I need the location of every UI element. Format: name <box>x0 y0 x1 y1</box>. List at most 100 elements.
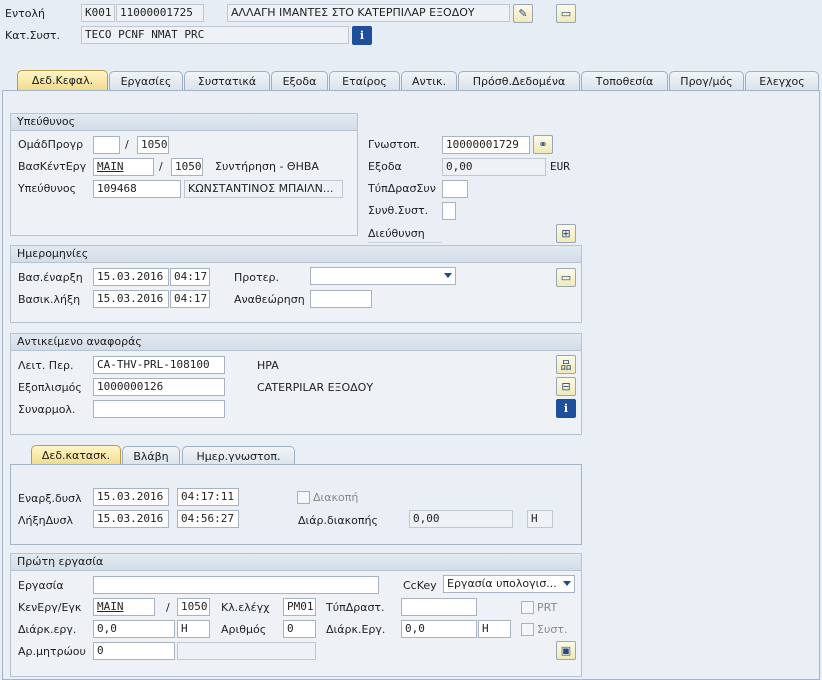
assembly-label: Συναρμολ. <box>18 403 76 416</box>
activity-type-field[interactable] <box>442 180 468 198</box>
control-key-field[interactable]: PM01 <box>283 598 316 616</box>
tab-planning[interactable]: Προγ/μός <box>669 71 744 91</box>
breakdown-checkbox[interactable] <box>297 491 310 504</box>
slash-separator: / <box>125 138 129 151</box>
slash-separator: / <box>166 601 170 614</box>
functional-location-label: Λειτ. Περ. <box>18 359 74 372</box>
status-label: Κατ.Συστ. <box>5 29 60 42</box>
print-preview-icon[interactable]: ▣ <box>556 641 576 660</box>
basic-end-date-field[interactable]: 15.03.2016 <box>93 290 169 308</box>
notification-label: Γνωστοπ. <box>368 138 420 151</box>
order-number-field[interactable]: 11000001725 <box>116 4 204 22</box>
personnel-number-field[interactable]: 0 <box>93 642 175 660</box>
equipment-label: Εξοπλισμός <box>18 381 82 394</box>
tab-control[interactable]: Ελεγχος <box>745 71 819 91</box>
activity-type-label: ΤύπΔρασΣυν <box>368 182 436 195</box>
tab-costs[interactable]: Εξοδα <box>271 71 328 91</box>
malfunction-end-date-field[interactable]: 15.03.2016 <box>93 510 169 528</box>
tab-objects[interactable]: Αντικ. <box>401 71 457 91</box>
prt-checkbox[interactable] <box>521 601 534 614</box>
operation-field[interactable] <box>93 576 379 594</box>
slash-separator: / <box>159 160 163 173</box>
cckey-value: Εργασία υπολογισ... <box>447 577 557 590</box>
costs-label: Εξοδα <box>368 160 402 173</box>
display-object-icon[interactable]: ▭ <box>556 268 576 287</box>
tab-partner[interactable]: Εταίρος <box>329 71 400 91</box>
op-work-center-label: ΚενΕργ/Εγκ <box>18 601 82 614</box>
equipment-field[interactable]: 1000000126 <box>93 378 225 396</box>
equipment-description: CATERPILAR ΕΞΟΔΟΥ <box>257 381 374 394</box>
long-text-icon[interactable]: ✎ <box>513 4 533 23</box>
tab-additional-data[interactable]: Πρόσθ.Δεδομένα <box>458 71 580 91</box>
work-field[interactable]: 0,0 <box>93 620 175 638</box>
reference-group-title: Αντικείμενο αναφοράς <box>11 334 581 351</box>
priority-dropdown[interactable] <box>310 267 456 285</box>
cckey-dropdown[interactable]: Εργασία υπολογισ... <box>443 575 575 593</box>
work-center-description: Συντήρηση - ΘΗΒΑ <box>215 160 319 173</box>
subtab-malfunction-data[interactable]: Δεδ.κατασκ. <box>31 445 121 466</box>
breakdown-duration-field: 0,00 <box>409 510 513 528</box>
notification-field[interactable]: 10000001729 <box>442 136 530 154</box>
status-info-icon[interactable]: i <box>352 26 372 45</box>
duration-field[interactable]: 0,0 <box>401 620 477 638</box>
order-label: Εντολή <box>5 7 45 20</box>
planning-plant-field[interactable]: 1050 <box>137 136 169 154</box>
basic-end-time-field[interactable]: 04:17 <box>170 290 210 308</box>
system-condition-field[interactable] <box>442 202 456 220</box>
op-plant-field[interactable]: 1050 <box>177 598 210 616</box>
work-unit-field[interactable]: H <box>177 620 210 638</box>
costs-field: 0,00 <box>442 158 546 176</box>
hierarchy-icon[interactable]: 品 <box>556 355 576 374</box>
malfunction-start-date-field[interactable]: 15.03.2016 <box>93 488 169 506</box>
tab-operations[interactable]: Εργασίες <box>109 71 183 91</box>
system-condition-label: Συνθ.Συστ. <box>368 204 429 217</box>
basic-start-time-field[interactable]: 04:17 <box>170 268 210 286</box>
malfunction-end-time-field[interactable]: 04:56:27 <box>177 510 239 528</box>
display-object-icon[interactable]: ▭ <box>556 4 576 23</box>
address-edit-icon[interactable]: ⊞ <box>556 224 576 243</box>
revision-field[interactable] <box>310 290 372 308</box>
order-description-field[interactable]: ΑΛΛΑΓΗ ΙΜΑΝΤΕΣ ΣΤΟ ΚΑΤΕΡΠΙΛΑΡ ΕΞΟΔΟΥ <box>227 4 510 22</box>
personnel-number-label: Αρ.μητρώου <box>18 645 86 658</box>
breakdown-duration-label: Διάρ.διακοπής <box>298 514 378 527</box>
glasses-display-icon[interactable]: ⚭ <box>533 135 553 154</box>
duration-unit-field[interactable]: H <box>478 620 511 638</box>
person-responsible-field[interactable]: 109468 <box>93 180 181 198</box>
planner-group-field[interactable] <box>93 136 120 154</box>
work-center-label: ΒασΚέντΕργ <box>18 160 87 173</box>
functional-location-field[interactable]: CA-THV-PRL-108100 <box>93 356 225 374</box>
tab-components[interactable]: Συστατικά <box>184 71 270 91</box>
tab-header-data[interactable]: Δεδ.Κεφαλ. <box>17 70 108 91</box>
address-label: Διεύθυνση <box>368 226 442 243</box>
work-center-field[interactable]: MAIN <box>93 158 154 176</box>
work-center-plant-field[interactable]: 1050 <box>171 158 203 176</box>
basic-end-label: Βασικ.λήξη <box>18 293 81 306</box>
functional-location-description: HPA <box>257 359 279 372</box>
info-icon[interactable]: i <box>556 399 576 418</box>
basic-start-label: Βασ.έναρξη <box>18 271 83 284</box>
currency-label: EUR <box>550 160 570 173</box>
prt-label: PRT <box>537 601 558 614</box>
order-type-field[interactable]: K001 <box>81 4 115 22</box>
op-work-center-field[interactable]: MAIN <box>93 598 155 616</box>
revision-label: Αναθεώρηση <box>234 293 305 306</box>
number-field[interactable]: 0 <box>283 620 316 638</box>
person-responsible-label: Υπεύθυνος <box>18 182 77 195</box>
op-activity-type-label: ΤύπΔραστ. <box>326 601 385 614</box>
subtab-damage[interactable]: Βλάβη <box>122 446 180 466</box>
control-key-label: Κλ.ελέγχ <box>221 601 270 614</box>
structure-icon[interactable]: ⊟ <box>556 377 576 396</box>
person-name-field: ΚΩΝΣΤΑΝΤΙΝΟΣ ΜΠΑΙΛΝ... <box>184 180 343 198</box>
first-operation-title: Πρώτη εργασία <box>11 554 581 571</box>
op-activity-type-field[interactable] <box>401 598 477 616</box>
tab-location[interactable]: Τοποθεσία <box>581 71 668 91</box>
basic-start-date-field[interactable]: 15.03.2016 <box>93 268 169 286</box>
system-status-field[interactable]: TECO PCNF NMAT PRC <box>81 26 349 44</box>
operation-label: Εργασία <box>18 579 64 592</box>
malfunction-start-time-field[interactable]: 04:17:11 <box>177 488 239 506</box>
work-label: Διάρκ.εργ. <box>18 623 77 636</box>
assembly-field[interactable] <box>93 400 225 418</box>
personnel-name-field <box>177 642 316 660</box>
system-checkbox[interactable] <box>521 623 534 636</box>
subtab-notification-dates[interactable]: Ημερ.γνωστοπ. <box>182 446 295 466</box>
